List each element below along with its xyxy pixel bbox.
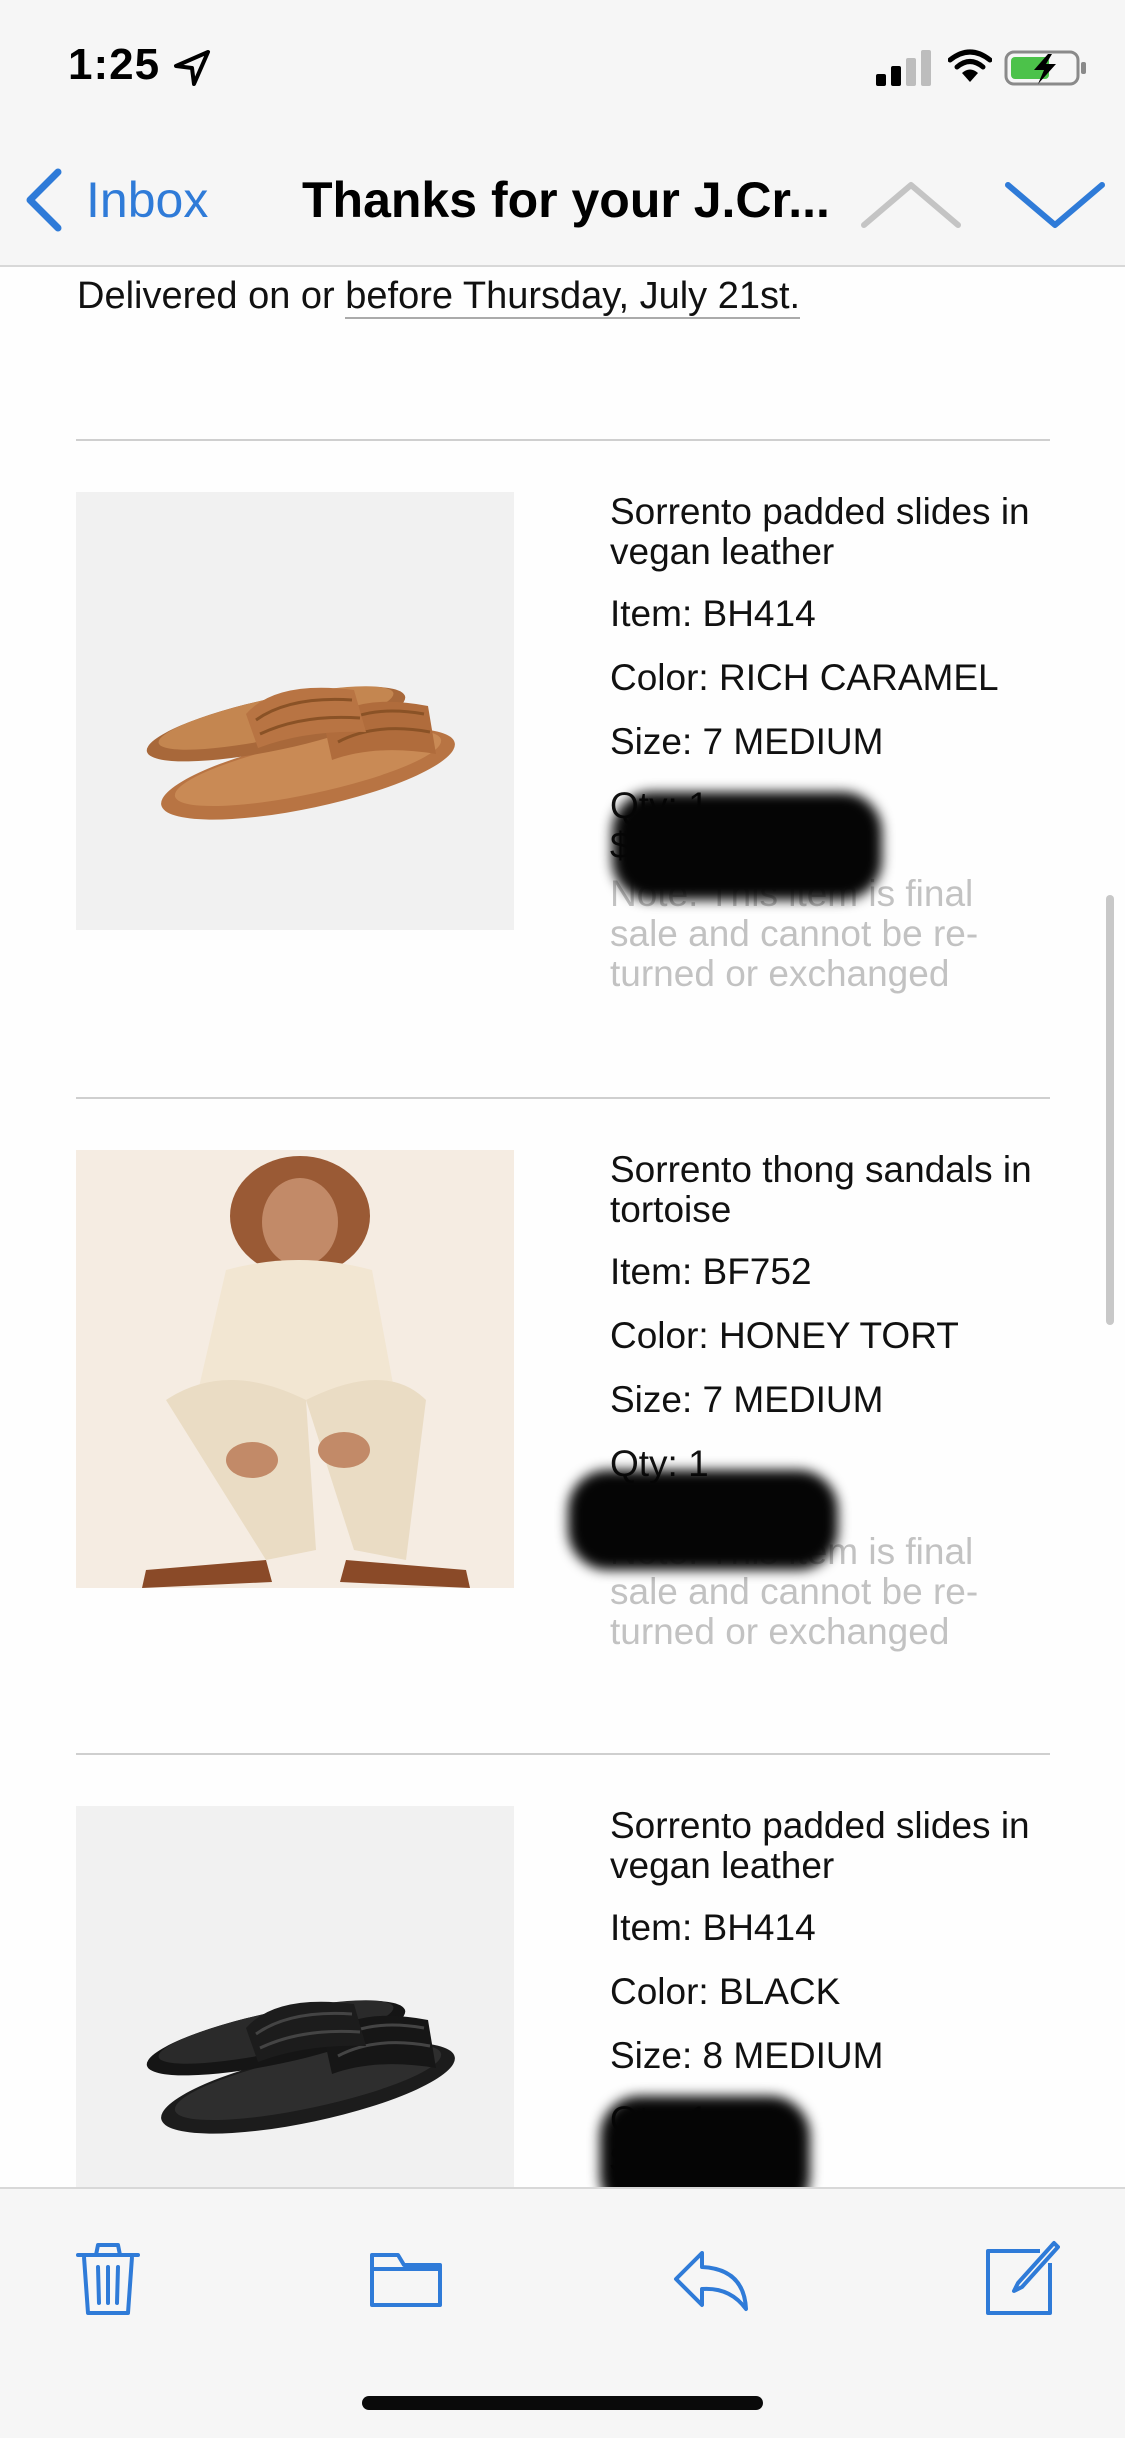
item-number: Item: BF752 (610, 1251, 812, 1292)
item-details: Sorrento thong sandals in tortoise Item:… (610, 1150, 1050, 1652)
product-image-black-slides[interactable] (76, 1806, 514, 2187)
redaction-scribble (612, 792, 882, 900)
redaction-scribble (568, 1470, 838, 1570)
redaction-scribble (600, 2096, 810, 2187)
next-message-chevron-down-icon[interactable] (1000, 175, 1110, 235)
back-label: Inbox (86, 172, 209, 228)
reply-icon[interactable] (672, 2239, 752, 2319)
trash-icon[interactable] (68, 2239, 148, 2319)
model-wearing-sandals-illustration (76, 1150, 514, 1588)
status-time: 1:25 (68, 40, 161, 89)
cellular-signal-icon (876, 50, 931, 86)
folder-icon[interactable] (366, 2239, 446, 2319)
home-indicator[interactable] (362, 2396, 763, 2410)
product-image-tortoise-thong-sandals[interactable] (76, 1150, 514, 1588)
item-number: Item: BH414 (610, 1907, 816, 1948)
navigation-bar: Inbox Thanks for your J.Cr... (0, 135, 1125, 267)
chevron-left-icon (26, 168, 62, 232)
item-name: Sorrento thong sandals in tortoise (610, 1149, 1032, 1230)
scroll-indicator[interactable] (1106, 895, 1114, 1325)
item-size: Size: 8 MEDIUM (610, 2035, 884, 2076)
item-name: Sorrento padded slides in vegan leather (610, 491, 1030, 572)
caramel-slide-sandal-illustration (146, 686, 455, 820)
location-arrow-icon (174, 50, 210, 86)
delivery-prefix: Delivered on or (77, 275, 346, 317)
wifi-icon (948, 49, 992, 82)
item-details: Sorrento padded slides in vegan leather … (610, 492, 1050, 994)
back-to-inbox-button[interactable]: Inbox (24, 165, 208, 235)
black-slide-sandal-illustration (146, 2000, 455, 2134)
item-number: Item: BH414 (610, 593, 816, 634)
previous-message-chevron-up-icon[interactable] (856, 175, 966, 235)
item-color: Color: BLACK (610, 1971, 841, 2012)
status-bar: 1:25 (0, 0, 1125, 135)
item-size: Size: 7 MEDIUM (610, 1379, 884, 1420)
item-size: Size: 7 MEDIUM (610, 721, 884, 762)
item-color: Color: RICH CARAMEL (610, 657, 999, 698)
email-subject-title: Thanks for your J.Cr... (302, 172, 830, 228)
divider (76, 1097, 1050, 1099)
battery-charging-icon (1004, 50, 1086, 86)
compose-icon[interactable] (980, 2239, 1060, 2319)
item-name: Sorrento padded slides in vegan leather (610, 1805, 1030, 1886)
product-image-caramel-slides[interactable] (76, 492, 514, 930)
divider (76, 439, 1050, 441)
divider (76, 1753, 1050, 1755)
item-color: Color: HONEY TORT (610, 1315, 959, 1356)
delivery-date-link[interactable]: before Thursday, July 21st. (345, 275, 801, 319)
delivery-text: Delivered on or before Thursday, July 21… (77, 275, 801, 319)
email-body[interactable]: Delivered on or before Thursday, July 21… (0, 267, 1125, 2187)
